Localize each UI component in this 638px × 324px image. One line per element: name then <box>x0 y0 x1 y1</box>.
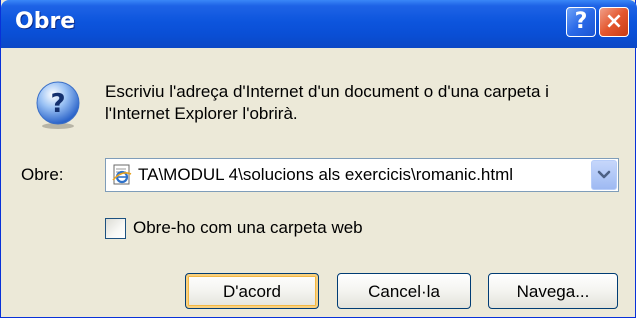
chevron-down-icon <box>597 170 611 179</box>
window-title: Obre <box>15 9 76 34</box>
ie-page-icon <box>112 164 132 185</box>
dropdown-arrow-button[interactable] <box>591 160 617 190</box>
help-button[interactable]: ? <box>566 7 596 37</box>
question-icon: ? <box>36 81 80 129</box>
cancel-button[interactable]: Cancel·la <box>337 273 471 309</box>
title-bar[interactable]: Obre ? × <box>1 0 637 48</box>
close-button[interactable]: × <box>599 7 629 37</box>
browse-button[interactable]: Navega... <box>488 273 618 309</box>
address-combobox[interactable]: TA\MODUL 4\solucions als exercicis\roman… <box>105 158 619 192</box>
webfolder-checkbox[interactable] <box>105 218 126 239</box>
webfolder-checkbox-label[interactable]: Obre-ho com una carpeta web <box>133 218 363 238</box>
address-input[interactable]: TA\MODUL 4\solucions als exercicis\roman… <box>138 165 586 185</box>
ok-button[interactable]: D'acord <box>185 273 319 309</box>
dialog-body: ? Escriviu l'adreça d'Internet d'un docu… <box>1 48 635 316</box>
open-field-label: Obre: <box>21 165 64 184</box>
open-dialog-window: Obre ? × ? Escriviu l'adreça d'Internet … <box>0 0 637 318</box>
instruction-text: Escriviu l'adreça d'Internet d'un docume… <box>105 82 549 123</box>
svg-text:?: ? <box>50 89 65 119</box>
